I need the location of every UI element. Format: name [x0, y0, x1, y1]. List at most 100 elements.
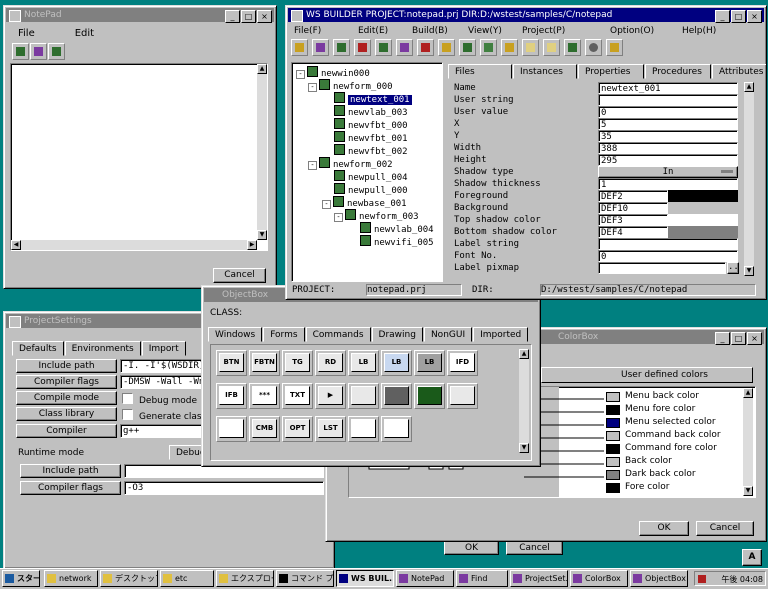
- tree-item[interactable]: - newform_000: [308, 79, 393, 93]
- tab-import[interactable]: Import: [141, 341, 186, 356]
- taskbar-item[interactable]: ObjectBox: [630, 570, 688, 587]
- tree-item[interactable]: newvfbt_001: [334, 131, 408, 145]
- build-icon[interactable]: [438, 39, 455, 56]
- taskbar-item[interactable]: ProjectSet...: [510, 570, 568, 587]
- tab-forms[interactable]: Forms: [263, 327, 305, 342]
- menu-help[interactable]: Help(H): [682, 24, 716, 38]
- projectsettings-ok-button-2[interactable]: OK: [444, 541, 499, 555]
- color-swatch[interactable]: [668, 226, 738, 238]
- close-icon[interactable]: ×: [257, 10, 272, 23]
- tab-imported[interactable]: Imported: [473, 327, 529, 342]
- cut-icon[interactable]: [354, 39, 371, 56]
- class-lb-2[interactable]: LB: [384, 353, 409, 372]
- tree-item[interactable]: newvfbt_002: [334, 144, 408, 158]
- scroll-left-icon[interactable]: ◀: [11, 240, 21, 250]
- paste-icon[interactable]: [396, 39, 413, 56]
- class-arrow[interactable]: ▶: [318, 386, 343, 405]
- ime-icon[interactable]: A: [742, 549, 762, 566]
- include-path-button[interactable]: Include path: [16, 359, 117, 373]
- notepad-text-area[interactable]: ▲ ▼ ◀ ▶: [10, 63, 268, 251]
- taskbar-item[interactable]: etc: [160, 570, 214, 587]
- class-txt[interactable]: TXT: [285, 386, 310, 405]
- tree-item[interactable]: - newform_003: [334, 209, 419, 223]
- palette-scrollbar[interactable]: ▲ ▼: [519, 349, 529, 453]
- collapse-icon[interactable]: -: [322, 200, 331, 209]
- class-btn[interactable]: BTN: [219, 353, 244, 372]
- minimize-icon[interactable]: _: [715, 10, 730, 23]
- color-swatch[interactable]: [668, 214, 738, 226]
- tree-item[interactable]: - newbase_001: [322, 196, 407, 210]
- colorbox-cancel-button[interactable]: Cancel: [696, 521, 754, 536]
- property-scrollbar[interactable]: ▲ ▼: [744, 82, 754, 276]
- horizontal-scrollbar[interactable]: ◀ ▶: [11, 240, 257, 250]
- property-value-field[interactable]: [598, 94, 738, 106]
- generate-class-checkbox[interactable]: Generate class: [122, 409, 206, 422]
- scroll-up-icon[interactable]: ▲: [744, 82, 754, 92]
- projectsettings-cancel-button[interactable]: Cancel: [506, 541, 563, 555]
- property-value-field[interactable]: newtext_001: [598, 82, 738, 94]
- collapse-icon[interactable]: -: [308, 83, 317, 92]
- instance-tree[interactable]: - newwin000 - newform_000 newtext_001 newv…: [291, 62, 443, 282]
- runtime-include-path-button[interactable]: Include path: [20, 464, 121, 478]
- taskbar-item-active[interactable]: WS BUIL...: [336, 570, 394, 587]
- tree-item[interactable]: newvfbt_000: [334, 118, 408, 132]
- compiler-flags-button[interactable]: Compiler flags: [16, 375, 117, 389]
- list-icon[interactable]: [543, 39, 560, 56]
- class-lb[interactable]: LB: [351, 353, 376, 372]
- menu-file[interactable]: File(F): [294, 24, 321, 38]
- tree-item[interactable]: - newwin000: [296, 66, 370, 80]
- class-rd[interactable]: RD: [318, 353, 343, 372]
- menu-build[interactable]: Build(B): [412, 24, 448, 38]
- maximize-icon[interactable]: □: [731, 332, 746, 345]
- delete-icon[interactable]: [417, 39, 434, 56]
- property-value-field[interactable]: [598, 238, 738, 250]
- scroll-up-icon[interactable]: ▲: [257, 64, 267, 74]
- tree-item[interactable]: newvlab_003: [334, 105, 408, 119]
- compiler-button[interactable]: Compiler: [16, 424, 117, 438]
- color-item[interactable]: Fore color: [606, 482, 741, 495]
- class-menu-icon[interactable]: [219, 419, 244, 438]
- collapse-icon[interactable]: -: [334, 213, 343, 222]
- tab-drawing[interactable]: Drawing: [371, 327, 423, 342]
- minimize-icon[interactable]: _: [715, 332, 730, 345]
- document-icon[interactable]: [522, 39, 539, 56]
- menu-view[interactable]: View(Y): [468, 24, 502, 38]
- dropdown-icon[interactable]: [721, 170, 733, 173]
- property-value-field[interactable]: 35: [598, 130, 738, 142]
- tab-environments[interactable]: Environments: [64, 341, 141, 356]
- property-value-field[interactable]: DEF10: [598, 202, 668, 214]
- color-item[interactable]: Command back color: [606, 430, 741, 443]
- copy-icon[interactable]: [375, 39, 392, 56]
- class-table-icon[interactable]: [384, 419, 409, 438]
- save-file-icon[interactable]: [48, 43, 65, 60]
- class-meter-icon[interactable]: [417, 386, 442, 405]
- scroll-down-icon[interactable]: ▼: [744, 266, 754, 276]
- class-grid-icon[interactable]: [351, 419, 376, 438]
- scroll-down-icon[interactable]: ▼: [257, 230, 267, 240]
- scroll-down-icon[interactable]: ▼: [743, 486, 753, 496]
- vertical-scrollbar[interactable]: ▲ ▼: [257, 64, 267, 240]
- color-item[interactable]: Dark back color: [606, 469, 741, 482]
- check-icon[interactable]: [480, 39, 497, 56]
- class-cmb[interactable]: CMB: [252, 419, 277, 438]
- tab-commands[interactable]: Commands: [305, 327, 371, 342]
- pencil-icon[interactable]: [501, 39, 518, 56]
- property-value-field[interactable]: 0: [598, 106, 738, 118]
- new-file-icon[interactable]: [12, 43, 29, 60]
- property-value-field[interactable]: 5: [598, 118, 738, 130]
- search-icon[interactable]: [585, 39, 602, 56]
- color-item[interactable]: Menu back color: [606, 391, 741, 404]
- save-icon[interactable]: [333, 39, 350, 56]
- class-slider-icon[interactable]: [450, 386, 475, 405]
- scroll-down-icon[interactable]: ▼: [519, 443, 529, 453]
- tab-instances[interactable]: Instances: [513, 64, 577, 79]
- new-icon[interactable]: [291, 39, 308, 56]
- taskbar-item[interactable]: network: [44, 570, 98, 587]
- compile-mode-button[interactable]: Compile mode: [16, 391, 117, 405]
- class-ifd[interactable]: IFD: [450, 353, 475, 372]
- class-password[interactable]: ***: [252, 386, 277, 405]
- colorbox-ok-button[interactable]: OK: [639, 521, 689, 536]
- runtime-compiler-flags-button[interactable]: Compiler flags: [20, 481, 121, 495]
- tree-item[interactable]: - newform_002: [308, 157, 393, 171]
- menu-file[interactable]: File: [6, 26, 47, 42]
